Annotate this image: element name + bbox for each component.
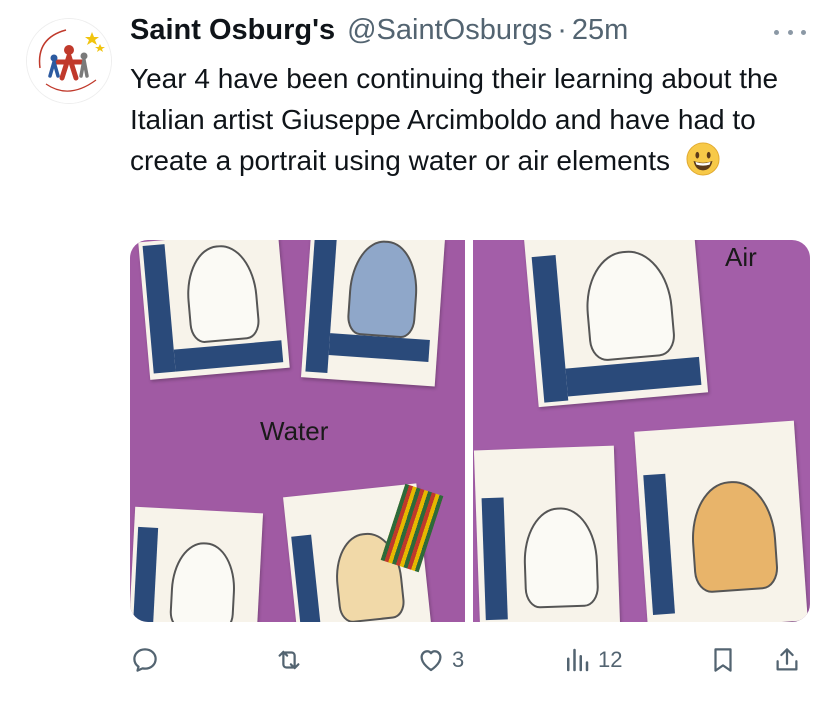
- share-icon: [776, 648, 798, 671]
- tweet-header: Saint Osburg's @SaintOsburgs · 25m: [130, 14, 808, 54]
- reply-button[interactable]: [130, 638, 160, 682]
- bookmark-icon: [714, 648, 732, 672]
- handle[interactable]: @SaintOsburgs: [347, 14, 552, 47]
- tweet-body: Year 4 have been continuing their learni…: [130, 63, 779, 176]
- worksheet: [473, 445, 621, 622]
- action-bar: 3 12: [130, 638, 810, 682]
- retweet-icon: [278, 650, 300, 670]
- worksheet: [634, 420, 808, 622]
- photo-label-water: Water: [260, 416, 329, 446]
- avatar[interactable]: [26, 18, 112, 104]
- tweet-text: Year 4 have been continuing their learni…: [130, 58, 820, 181]
- timestamp[interactable]: 25m: [572, 14, 628, 47]
- media-grid[interactable]: Water Air: [130, 240, 810, 622]
- like-button[interactable]: 3: [416, 638, 464, 682]
- photo-water-portraits[interactable]: Water: [130, 240, 465, 622]
- separator-dot: ·: [557, 14, 567, 46]
- photo-air-portraits[interactable]: Air: [473, 240, 810, 622]
- reply-icon: [133, 648, 157, 672]
- views-icon: [567, 648, 589, 672]
- display-name[interactable]: Saint Osburg's: [130, 14, 335, 47]
- retweet-button[interactable]: [274, 638, 304, 682]
- views-button[interactable]: 12: [562, 638, 622, 682]
- more-options-icon[interactable]: [774, 22, 806, 42]
- views-count: 12: [598, 647, 623, 672]
- grinning-face-emoji: [686, 142, 720, 176]
- worksheet: [138, 240, 290, 380]
- photo-label-air: Air: [725, 242, 757, 272]
- bookmark-button[interactable]: [708, 638, 738, 682]
- worksheet: [130, 506, 264, 622]
- heart-icon: [420, 650, 442, 672]
- school-logo: [27, 19, 111, 103]
- like-count: 3: [452, 647, 465, 672]
- worksheet: [523, 240, 709, 408]
- worksheet: [301, 240, 445, 387]
- share-button[interactable]: [772, 638, 802, 682]
